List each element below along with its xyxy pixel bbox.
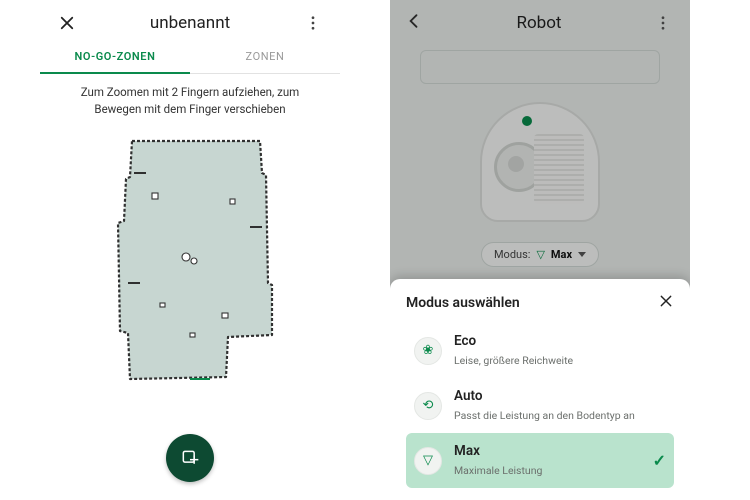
leaf-icon: ❀ bbox=[414, 337, 442, 365]
gesture-hint: Zum Zoomen mit 2 Fingern aufziehen, zum … bbox=[40, 74, 340, 123]
tab-zonen[interactable]: ZONEN bbox=[190, 42, 340, 73]
close-icon[interactable] bbox=[54, 10, 80, 36]
header: unbenannt bbox=[40, 0, 340, 42]
more-icon[interactable] bbox=[300, 10, 326, 36]
modal-title: Modus auswählen bbox=[406, 295, 658, 311]
tab-bar: NO-GO-ZONEN ZONEN bbox=[40, 42, 340, 74]
fan-icon: ▽ bbox=[414, 447, 442, 475]
mode-option-eco[interactable]: ❀ Eco Leise, größere Reichweite bbox=[406, 323, 674, 378]
mode-option-max[interactable]: ▽ Max Maximale Leistung ✓ bbox=[406, 433, 674, 488]
robot-control-screen: Robot Modus: ▽ Max ALLE RÄUME REINIGEN S… bbox=[390, 0, 690, 500]
page-title: unbenannt bbox=[80, 13, 300, 33]
mode-select-modal: Modus auswählen ❀ Eco Leise, größere Rei… bbox=[390, 279, 690, 500]
map-editor-screen: unbenannt NO-GO-ZONEN ZONEN Zum Zoomen m… bbox=[40, 0, 340, 500]
add-zone-button[interactable] bbox=[166, 434, 214, 482]
close-icon[interactable] bbox=[658, 293, 674, 313]
auto-icon: ⟲ bbox=[414, 392, 442, 420]
check-icon: ✓ bbox=[653, 451, 666, 470]
tab-nogo[interactable]: NO-GO-ZONEN bbox=[40, 42, 190, 73]
mode-option-auto[interactable]: ⟲ Auto Passt die Leistung an den Bodenty… bbox=[406, 378, 674, 433]
